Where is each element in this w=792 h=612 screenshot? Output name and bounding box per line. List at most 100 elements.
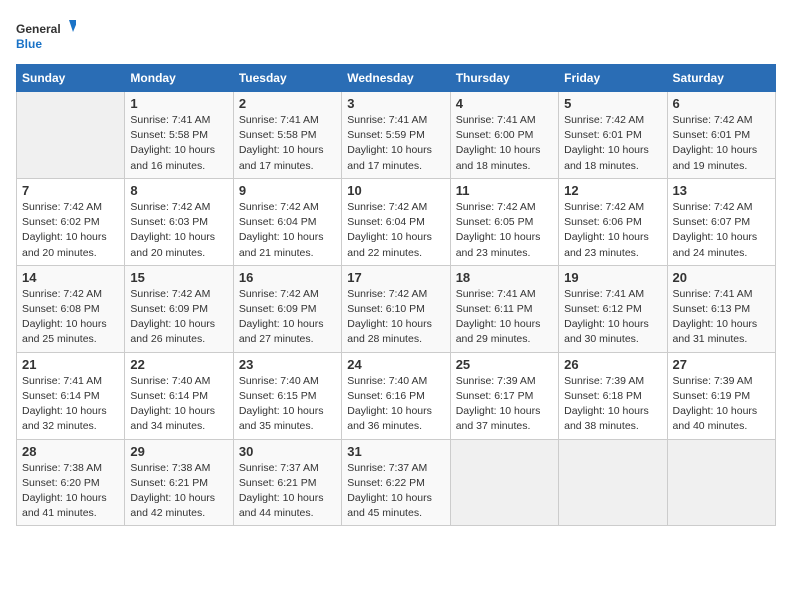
day-cell: 4 Sunrise: 7:41 AM Sunset: 6:00 PM Daylig… [450,92,558,179]
day-cell: 2 Sunrise: 7:41 AM Sunset: 5:58 PM Daylig… [233,92,341,179]
day-info: Sunrise: 7:41 AM Sunset: 5:58 PM Dayligh… [239,113,336,174]
day-info: Sunrise: 7:42 AM Sunset: 6:04 PM Dayligh… [239,200,336,261]
day-cell [667,439,775,526]
col-header-friday: Friday [559,65,667,92]
day-cell: 1 Sunrise: 7:41 AM Sunset: 5:58 PM Daylig… [125,92,233,179]
day-number: 23 [239,357,336,372]
day-info: Sunrise: 7:40 AM Sunset: 6:14 PM Dayligh… [130,374,227,435]
svg-text:Blue: Blue [16,37,42,51]
day-cell [17,92,125,179]
day-info: Sunrise: 7:41 AM Sunset: 6:00 PM Dayligh… [456,113,553,174]
day-cell: 17 Sunrise: 7:42 AM Sunset: 6:10 PM Dayli… [342,265,450,352]
day-cell: 25Sunrise: 7:39 AM Sunset: 6:17 PM Dayli… [450,352,558,439]
day-cell: 22 Sunrise: 7:40 AM Sunset: 6:14 PM Dayli… [125,352,233,439]
day-number: 2 [239,96,336,111]
week-row-3: 14 Sunrise: 7:42 AM Sunset: 6:08 PM Dayli… [17,265,776,352]
calendar-table: SundayMondayTuesdayWednesdayThursdayFrid… [16,64,776,526]
day-number: 28 [22,444,119,459]
day-number: 18 [456,270,553,285]
day-info: Sunrise: 7:42 AM Sunset: 6:09 PM Dayligh… [239,287,336,348]
col-header-saturday: Saturday [667,65,775,92]
day-cell: 16 Sunrise: 7:42 AM Sunset: 6:09 PM Dayli… [233,265,341,352]
day-cell: 14 Sunrise: 7:42 AM Sunset: 6:08 PM Dayli… [17,265,125,352]
day-number: 6 [673,96,770,111]
svg-text:General: General [16,22,61,36]
day-number: 19 [564,270,661,285]
col-header-sunday: Sunday [17,65,125,92]
day-info: Sunrise: 7:37 AM Sunset: 6:21 PM Dayligh… [239,461,336,522]
day-info: Sunrise: 7:41 AM Sunset: 5:58 PM Dayligh… [130,113,227,174]
day-info: Sunrise: 7:42 AM Sunset: 6:03 PM Dayligh… [130,200,227,261]
day-cell: 28Sunrise: 7:38 AM Sunset: 6:20 PM Dayli… [17,439,125,526]
col-header-tuesday: Tuesday [233,65,341,92]
day-cell: 10 Sunrise: 7:42 AM Sunset: 6:04 PM Dayli… [342,178,450,265]
day-number: 16 [239,270,336,285]
week-row-5: 28Sunrise: 7:38 AM Sunset: 6:20 PM Dayli… [17,439,776,526]
day-cell [450,439,558,526]
day-cell: 29Sunrise: 7:38 AM Sunset: 6:21 PM Dayli… [125,439,233,526]
day-cell: 8Sunrise: 7:42 AM Sunset: 6:03 PM Daylig… [125,178,233,265]
day-cell: 3 Sunrise: 7:41 AM Sunset: 5:59 PM Daylig… [342,92,450,179]
day-info: Sunrise: 7:39 AM Sunset: 6:19 PM Dayligh… [673,374,770,435]
day-cell: 20Sunrise: 7:41 AM Sunset: 6:13 PM Dayli… [667,265,775,352]
day-info: Sunrise: 7:42 AM Sunset: 6:01 PM Dayligh… [673,113,770,174]
day-cell: 7 Sunrise: 7:42 AM Sunset: 6:02 PM Daylig… [17,178,125,265]
day-number: 26 [564,357,661,372]
day-info: Sunrise: 7:41 AM Sunset: 5:59 PM Dayligh… [347,113,444,174]
day-info: Sunrise: 7:42 AM Sunset: 6:06 PM Dayligh… [564,200,661,261]
day-number: 1 [130,96,227,111]
day-number: 3 [347,96,444,111]
day-number: 17 [347,270,444,285]
week-row-1: 1 Sunrise: 7:41 AM Sunset: 5:58 PM Daylig… [17,92,776,179]
day-cell: 9 Sunrise: 7:42 AM Sunset: 6:04 PM Daylig… [233,178,341,265]
day-info: Sunrise: 7:41 AM Sunset: 6:11 PM Dayligh… [456,287,553,348]
day-cell: 27Sunrise: 7:39 AM Sunset: 6:19 PM Dayli… [667,352,775,439]
day-cell: 12 Sunrise: 7:42 AM Sunset: 6:06 PM Dayli… [559,178,667,265]
day-cell: 13 Sunrise: 7:42 AM Sunset: 6:07 PM Dayli… [667,178,775,265]
day-info: Sunrise: 7:42 AM Sunset: 6:07 PM Dayligh… [673,200,770,261]
day-cell: 11Sunrise: 7:42 AM Sunset: 6:05 PM Dayli… [450,178,558,265]
day-cell [559,439,667,526]
day-info: Sunrise: 7:38 AM Sunset: 6:21 PM Dayligh… [130,461,227,522]
day-cell: 26 Sunrise: 7:39 AM Sunset: 6:18 PM Dayli… [559,352,667,439]
day-number: 21 [22,357,119,372]
col-header-thursday: Thursday [450,65,558,92]
day-cell: 19 Sunrise: 7:41 AM Sunset: 6:12 PM Dayli… [559,265,667,352]
day-number: 7 [22,183,119,198]
week-row-4: 21 Sunrise: 7:41 AM Sunset: 6:14 PM Dayli… [17,352,776,439]
day-info: Sunrise: 7:41 AM Sunset: 6:12 PM Dayligh… [564,287,661,348]
day-number: 31 [347,444,444,459]
day-cell: 31 Sunrise: 7:37 AM Sunset: 6:22 PM Dayli… [342,439,450,526]
day-cell: 23 Sunrise: 7:40 AM Sunset: 6:15 PM Dayli… [233,352,341,439]
day-number: 5 [564,96,661,111]
day-number: 9 [239,183,336,198]
col-header-monday: Monday [125,65,233,92]
day-info: Sunrise: 7:42 AM Sunset: 6:02 PM Dayligh… [22,200,119,261]
day-cell: 21 Sunrise: 7:41 AM Sunset: 6:14 PM Dayli… [17,352,125,439]
day-cell: 24Sunrise: 7:40 AM Sunset: 6:16 PM Dayli… [342,352,450,439]
day-info: Sunrise: 7:42 AM Sunset: 6:10 PM Dayligh… [347,287,444,348]
day-cell: 15Sunrise: 7:42 AM Sunset: 6:09 PM Dayli… [125,265,233,352]
day-number: 14 [22,270,119,285]
day-number: 15 [130,270,227,285]
day-cell: 6 Sunrise: 7:42 AM Sunset: 6:01 PM Daylig… [667,92,775,179]
day-info: Sunrise: 7:42 AM Sunset: 6:08 PM Dayligh… [22,287,119,348]
day-info: Sunrise: 7:37 AM Sunset: 6:22 PM Dayligh… [347,461,444,522]
day-info: Sunrise: 7:41 AM Sunset: 6:14 PM Dayligh… [22,374,119,435]
day-cell: 30 Sunrise: 7:37 AM Sunset: 6:21 PM Dayli… [233,439,341,526]
day-number: 4 [456,96,553,111]
week-row-2: 7 Sunrise: 7:42 AM Sunset: 6:02 PM Daylig… [17,178,776,265]
day-info: Sunrise: 7:42 AM Sunset: 6:04 PM Dayligh… [347,200,444,261]
day-number: 25 [456,357,553,372]
col-header-wednesday: Wednesday [342,65,450,92]
day-number: 10 [347,183,444,198]
page-header: General Blue [16,16,776,56]
day-number: 30 [239,444,336,459]
day-cell: 5Sunrise: 7:42 AM Sunset: 6:01 PM Daylig… [559,92,667,179]
day-number: 12 [564,183,661,198]
day-info: Sunrise: 7:40 AM Sunset: 6:15 PM Dayligh… [239,374,336,435]
logo: General Blue [16,16,76,56]
day-info: Sunrise: 7:39 AM Sunset: 6:18 PM Dayligh… [564,374,661,435]
day-number: 22 [130,357,227,372]
day-number: 13 [673,183,770,198]
